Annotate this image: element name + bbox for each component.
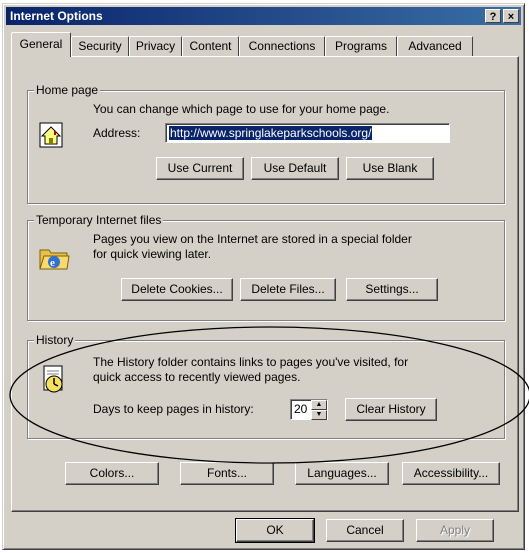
temp-files-group-label: Temporary Internet files <box>34 213 164 227</box>
delete-files-button[interactable]: Delete Files... <box>240 278 336 301</box>
tab-strip: General Security Privacy Content Connect… <box>11 32 521 57</box>
tab-advanced[interactable]: Advanced <box>397 36 473 56</box>
home-page-description: You can change which page to use for you… <box>93 102 390 116</box>
close-button[interactable]: × <box>503 9 519 23</box>
days-to-keep-value: 20 <box>294 402 308 416</box>
home-page-icon <box>39 122 63 148</box>
address-input[interactable]: http://www.springlakeparkschools.org/ <box>165 123 450 143</box>
internet-options-dialog: Internet Options ? × General Security Pr… <box>2 3 525 550</box>
history-group: History The History folder contains link… <box>27 333 505 439</box>
cancel-button[interactable]: Cancel <box>326 519 404 542</box>
days-up-arrow-icon[interactable]: ▲ <box>311 400 327 410</box>
history-description-line1: The History folder contains links to pag… <box>93 355 409 369</box>
tab-security[interactable]: Security <box>71 36 129 56</box>
home-page-group: Home page You can change which page to u… <box>27 83 505 204</box>
accessibility-button[interactable]: Accessibility... <box>402 462 500 485</box>
history-clock-icon <box>43 365 63 393</box>
title-bar[interactable]: Internet Options ? × <box>6 7 521 25</box>
history-description-line2: quick access to recently viewed pages. <box>93 370 301 384</box>
general-tab-panel: Home page You can change which page to u… <box>11 56 519 512</box>
tab-connections[interactable]: Connections <box>239 36 325 56</box>
tab-programs[interactable]: Programs <box>325 36 397 56</box>
use-blank-button[interactable]: Use Blank <box>346 157 434 180</box>
clear-history-button[interactable]: Clear History <box>345 398 437 421</box>
tab-privacy[interactable]: Privacy <box>129 36 182 56</box>
ok-button[interactable]: OK <box>235 518 315 543</box>
delete-cookies-button[interactable]: Delete Cookies... <box>121 278 233 301</box>
svg-text:e: e <box>50 257 55 269</box>
temp-files-description-line1: Pages you view on the Internet are store… <box>93 232 412 246</box>
tab-general[interactable]: General <box>11 32 71 57</box>
temporary-internet-files-group: Temporary Internet files e Pages you vie… <box>27 213 505 321</box>
address-label: Address: <box>93 126 141 140</box>
colors-button[interactable]: Colors... <box>65 462 159 485</box>
use-current-button[interactable]: Use Current <box>156 157 244 180</box>
tab-content[interactable]: Content <box>182 36 239 56</box>
settings-button[interactable]: Settings... <box>346 278 438 301</box>
days-down-arrow-icon[interactable]: ▼ <box>311 410 327 420</box>
window-title: Internet Options <box>10 9 103 23</box>
temporary-files-folder-icon: e <box>39 249 70 270</box>
help-button[interactable]: ? <box>485 9 501 23</box>
use-default-button[interactable]: Use Default <box>251 157 339 180</box>
fonts-button[interactable]: Fonts... <box>180 462 274 485</box>
address-value: http://www.springlakeparkschools.org/ <box>169 126 373 140</box>
temp-files-description-line2: for quick viewing later. <box>93 247 212 261</box>
days-to-keep-label: Days to keep pages in history: <box>93 402 254 416</box>
languages-button[interactable]: Languages... <box>295 462 389 485</box>
home-page-group-label: Home page <box>34 83 101 97</box>
apply-button[interactable]: Apply <box>416 519 494 542</box>
history-group-label: History <box>34 333 76 347</box>
